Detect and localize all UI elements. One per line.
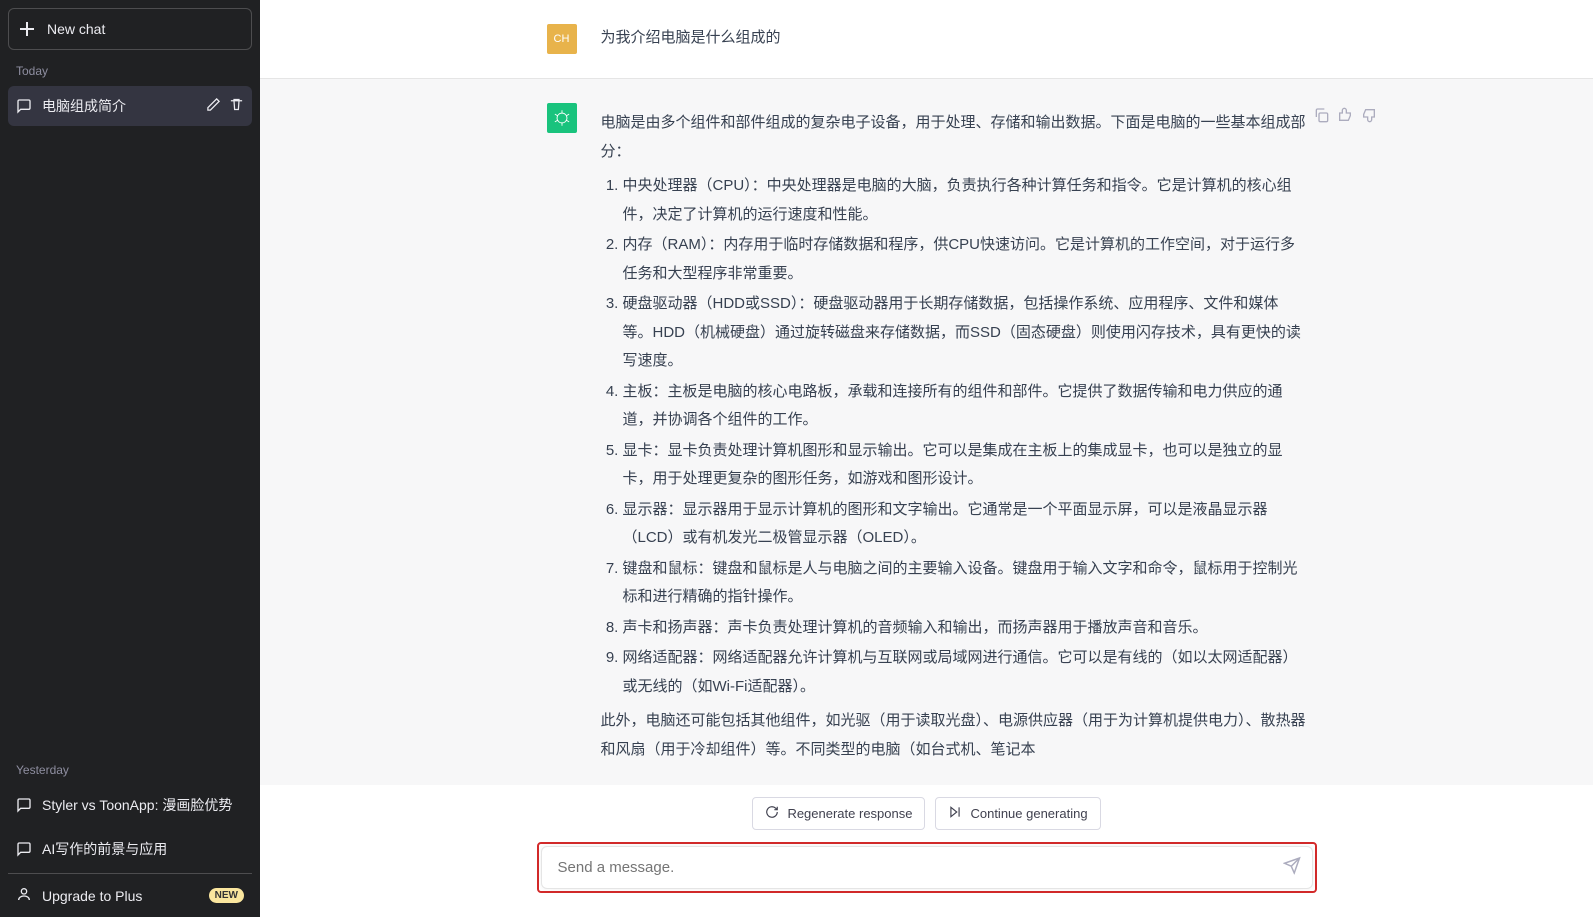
user-turn: CH 为我介绍电脑是什么组成的 [260,0,1593,78]
regenerate-button[interactable]: Regenerate response [752,797,925,830]
sidebar-item[interactable]: Styler vs ToonApp: 漫画脸优势 [8,785,252,825]
list-item: 内存（RAM）：内存用于临时存储数据和程序，供CPU快速访问。它是计算机的工作空… [623,231,1307,288]
regenerate-label: Regenerate response [787,806,912,821]
list-item: 主板：主板是电脑的核心电路板，承载和连接所有的组件和部件。它提供了数据传输和电力… [623,378,1307,435]
continue-label: Continue generating [970,806,1087,821]
plus-icon [19,21,35,37]
assistant-turn: 电脑是由多个组件和部件组成的复杂电子设备，用于处理、存储和输出数据。下面是电脑的… [260,78,1593,785]
copy-icon[interactable] [1313,107,1329,128]
sidebar-item-label: 电脑组成简介 [42,96,196,116]
assistant-message: 电脑是由多个组件和部件组成的复杂电子设备，用于处理、存储和输出数据。下面是电脑的… [601,103,1307,770]
list-item: 网络适配器：网络适配器允许计算机与互联网或局域网进行通信。它可以是有线的（如以太… [623,644,1307,701]
new-chat-label: New chat [47,21,105,37]
message-actions [1313,107,1377,128]
assistant-list: 中央处理器（CPU）：中央处理器是电脑的大脑，负责执行各种计算任务和指令。它是计… [601,172,1307,701]
chat-icon [16,797,32,813]
assistant-outro: 此外，电脑还可能包括其他组件，如光驱（用于读取光盘）、电源供应器（用于为计算机提… [601,707,1307,764]
refresh-icon [765,805,779,822]
list-item: 显示器：显示器用于显示计算机的图形和文字输出。它通常是一个平面显示屏，可以是液晶… [623,496,1307,553]
sidebar: New chat Today 电脑组成简介 Yesterday Styler v… [0,0,260,917]
sidebar-item[interactable]: AI写作的前景与应用 [8,829,252,869]
list-item: 中央处理器（CPU）：中央处理器是电脑的大脑，负责执行各种计算任务和指令。它是计… [623,172,1307,229]
section-yesterday: Yesterday [8,753,252,781]
footer: Regenerate response Continue generating [260,785,1593,917]
new-badge: NEW [209,888,244,903]
sidebar-item-label: AI写作的前景与应用 [42,839,244,859]
assistant-intro: 电脑是由多个组件和部件组成的复杂电子设备，用于处理、存储和输出数据。下面是电脑的… [601,109,1307,166]
sidebar-item-label: Styler vs ToonApp: 漫画脸优势 [42,795,244,815]
user-icon [16,886,32,905]
upgrade-button[interactable]: Upgrade to Plus NEW [8,873,252,909]
chat-icon [16,841,32,857]
edit-icon[interactable] [206,97,221,115]
thumbs-up-icon[interactable] [1337,107,1353,128]
section-today: Today [8,54,252,82]
continue-button[interactable]: Continue generating [935,797,1100,830]
thumbs-down-icon[interactable] [1361,107,1377,128]
send-icon[interactable] [1283,856,1301,879]
delete-icon[interactable] [229,97,244,115]
message-input-wrap [537,842,1317,893]
conversation-scroll[interactable]: CH 为我介绍电脑是什么组成的 电脑是由多个组件和部件组成的复杂电子设备，用于处… [260,0,1593,785]
list-item: 声卡和扬声器：声卡负责处理计算机的音频输入和输出，而扬声器用于播放声音和音乐。 [623,614,1307,643]
avatar: CH [547,24,577,54]
avatar [547,103,577,133]
new-chat-button[interactable]: New chat [8,8,252,50]
list-item: 硬盘驱动器（HDD或SSD）：硬盘驱动器用于长期存储数据，包括操作系统、应用程序… [623,290,1307,376]
list-item: 键盘和鼠标：键盘和鼠标是人与电脑之间的主要输入设备。键盘用于输入文字和命令，鼠标… [623,555,1307,612]
sidebar-item-active[interactable]: 电脑组成简介 [8,86,252,126]
main-area: CH 为我介绍电脑是什么组成的 电脑是由多个组件和部件组成的复杂电子设备，用于处… [260,0,1593,917]
continue-icon [948,805,962,822]
user-message: 为我介绍电脑是什么组成的 [601,24,1307,54]
upgrade-label: Upgrade to Plus [42,888,142,904]
message-input[interactable] [558,859,1264,876]
list-item: 显卡：显卡负责处理计算机图形和显示输出。它可以是集成在主板上的集成显卡，也可以是… [623,437,1307,494]
chat-icon [16,98,32,114]
